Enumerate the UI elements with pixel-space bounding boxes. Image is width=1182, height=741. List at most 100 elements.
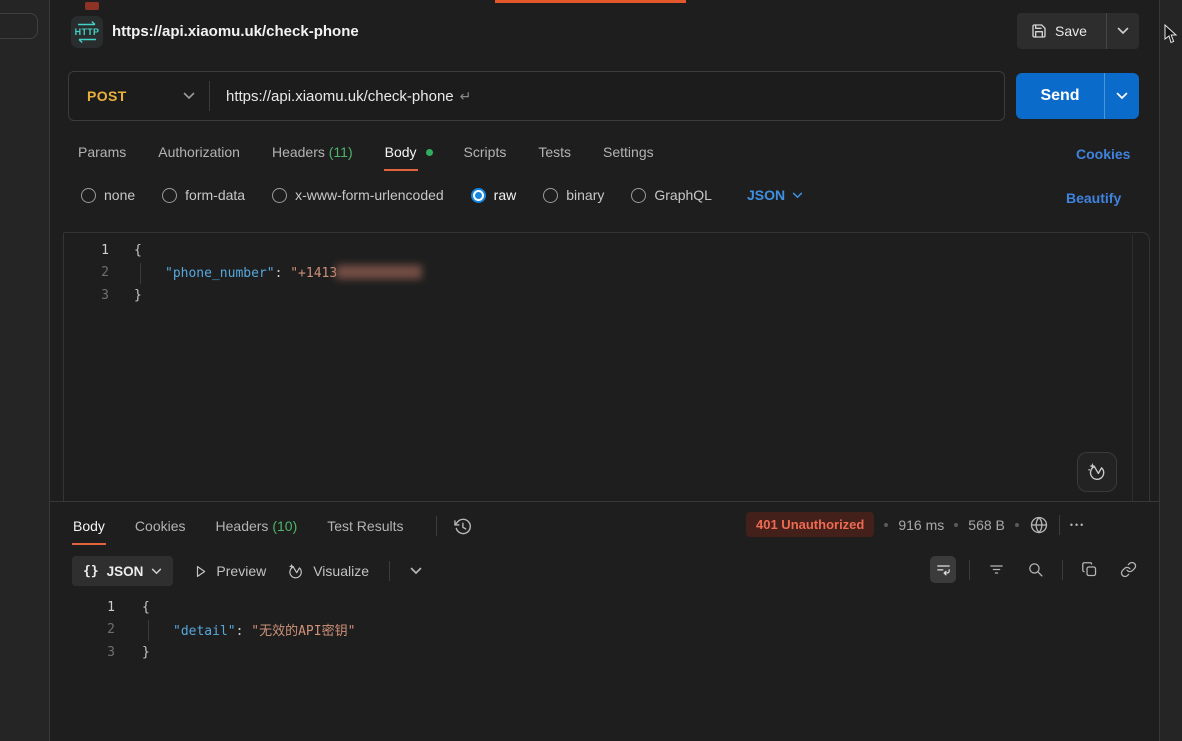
chevron-down-icon <box>1116 92 1128 100</box>
link-icon <box>1120 561 1137 578</box>
search-button[interactable] <box>1023 556 1049 583</box>
chevron-down-icon[interactable] <box>410 567 422 575</box>
line-number: 1 <box>63 600 115 615</box>
request-json-code: 1 { 2 "phone_number": "+1413 3 } <box>64 239 1129 307</box>
history-icon[interactable] <box>453 517 472 536</box>
more-options-icon[interactable]: ••• <box>1070 520 1085 530</box>
save-button-label: Save <box>1055 23 1087 39</box>
code-line: 1 { <box>63 596 1150 619</box>
code-line: 2 "detail": "无效的API密钥" <box>63 619 1150 642</box>
divider <box>436 516 437 536</box>
response-toolbar: {} JSON Preview Visualize <box>72 556 422 586</box>
url-bar-divider <box>209 81 210 111</box>
response-meta-bar: 401 Unauthorized 916 ms 568 B ••• <box>746 512 1085 537</box>
filter-button[interactable] <box>983 556 1009 583</box>
save-button-group: Save <box>1017 13 1139 49</box>
response-body-viewer[interactable]: 1 { 2 "detail": "无效的API密钥" 3 } <box>63 596 1150 664</box>
beautify-link[interactable]: Beautify <box>1066 190 1121 206</box>
tab-settings[interactable]: Settings <box>602 134 655 171</box>
dot-separator <box>954 523 958 527</box>
chevron-down-icon <box>792 192 803 199</box>
language-dropdown[interactable]: JSON <box>747 187 803 203</box>
redacted-phone-number <box>336 265 422 279</box>
tab-headers[interactable]: Headers (11) <box>271 134 354 171</box>
tab-params[interactable]: Params <box>77 134 127 171</box>
save-button[interactable]: Save <box>1017 13 1106 49</box>
radio-raw[interactable]: raw <box>471 187 517 203</box>
network-globe-icon[interactable] <box>1029 515 1049 535</box>
visualize-button[interactable]: Visualize <box>286 562 369 581</box>
postbot-sparkle-icon <box>1086 461 1108 483</box>
headers-count: (11) <box>329 144 353 160</box>
postbot-button[interactable] <box>1077 452 1117 492</box>
response-headers-count: (10) <box>272 518 297 534</box>
http-request-icon: HTTP <box>71 16 103 48</box>
send-dropdown-button[interactable] <box>1105 92 1139 100</box>
copy-icon <box>1081 561 1098 578</box>
method-selector-dropdown[interactable] <box>169 92 209 100</box>
response-tab-bar: Body Cookies Headers (10) Test Results <box>72 508 472 545</box>
wrap-text-icon <box>935 561 952 578</box>
copy-button[interactable] <box>1076 556 1102 583</box>
active-tab-indicator <box>495 0 686 3</box>
radio-graphql[interactable]: GraphQL <box>631 187 712 203</box>
radio-icon <box>631 188 646 203</box>
radio-icon <box>162 188 177 203</box>
save-dropdown-button[interactable] <box>1107 13 1139 49</box>
cookies-link[interactable]: Cookies <box>1076 146 1130 162</box>
dot-separator <box>884 523 888 527</box>
dot-separator <box>1015 523 1019 527</box>
radio-binary[interactable]: binary <box>543 187 604 203</box>
response-tab-body[interactable]: Body <box>72 508 106 545</box>
editor-scroll-gutter <box>1132 235 1133 501</box>
response-tab-headers[interactable]: Headers (10) <box>215 508 299 545</box>
sidebar-partial-item[interactable] <box>0 13 38 39</box>
request-url-bar: POST https://api.xiaomu.uk/check-phone ↵ <box>68 71 1005 121</box>
tab-method-badge <box>85 2 99 10</box>
chevron-down-icon <box>1117 27 1129 35</box>
response-size[interactable]: 568 B <box>968 517 1005 533</box>
code-line: 2 "phone_number": "+1413 <box>64 262 1129 285</box>
tab-tests[interactable]: Tests <box>537 134 572 171</box>
request-tab-bar: Params Authorization Headers (11) Body S… <box>77 134 655 171</box>
preview-button[interactable]: Preview <box>193 563 266 579</box>
response-tab-test-results[interactable]: Test Results <box>326 508 404 545</box>
response-format-dropdown[interactable]: {} JSON <box>72 556 173 586</box>
body-modified-dot <box>426 149 433 156</box>
line-number: 2 <box>63 622 115 637</box>
search-icon <box>1027 561 1044 578</box>
radio-none[interactable]: none <box>81 187 135 203</box>
code-line: 3 } <box>64 284 1129 307</box>
method-selector-value[interactable]: POST <box>69 88 169 104</box>
radio-icon <box>543 188 558 203</box>
tab-body[interactable]: Body <box>384 134 433 171</box>
radio-icon-selected <box>471 188 486 203</box>
app-window: HTTP https://api.xiaomu.uk/check-phone S… <box>0 0 1182 741</box>
tab-authorization[interactable]: Authorization <box>157 134 241 171</box>
filter-icon <box>988 561 1005 578</box>
wrap-text-button[interactable] <box>930 556 956 583</box>
http-icon-label: HTTP <box>71 27 103 37</box>
line-number: 1 <box>64 243 109 258</box>
response-actions <box>930 556 1142 583</box>
response-tab-cookies[interactable]: Cookies <box>134 508 187 545</box>
left-sidebar-rail <box>0 0 50 741</box>
indent-guide <box>140 263 141 284</box>
radio-x-www-form-urlencoded[interactable]: x-www-form-urlencoded <box>272 187 444 203</box>
tab-scripts[interactable]: Scripts <box>463 134 508 171</box>
play-icon <box>193 564 208 579</box>
radio-icon <box>81 188 96 203</box>
status-badge[interactable]: 401 Unauthorized <box>746 512 874 537</box>
response-time[interactable]: 916 ms <box>898 517 944 533</box>
divider <box>1059 515 1060 535</box>
link-button[interactable] <box>1116 556 1142 583</box>
mouse-cursor <box>1164 24 1178 44</box>
send-button[interactable]: Send <box>1016 87 1104 105</box>
indent-guide <box>148 620 149 641</box>
radio-icon <box>272 188 287 203</box>
request-title: https://api.xiaomu.uk/check-phone <box>112 23 359 40</box>
line-number: 3 <box>63 645 115 660</box>
request-body-editor[interactable]: 1 { 2 "phone_number": "+1413 3 } <box>63 232 1150 501</box>
radio-form-data[interactable]: form-data <box>162 187 245 203</box>
url-input[interactable]: https://api.xiaomu.uk/check-phone <box>226 88 454 105</box>
